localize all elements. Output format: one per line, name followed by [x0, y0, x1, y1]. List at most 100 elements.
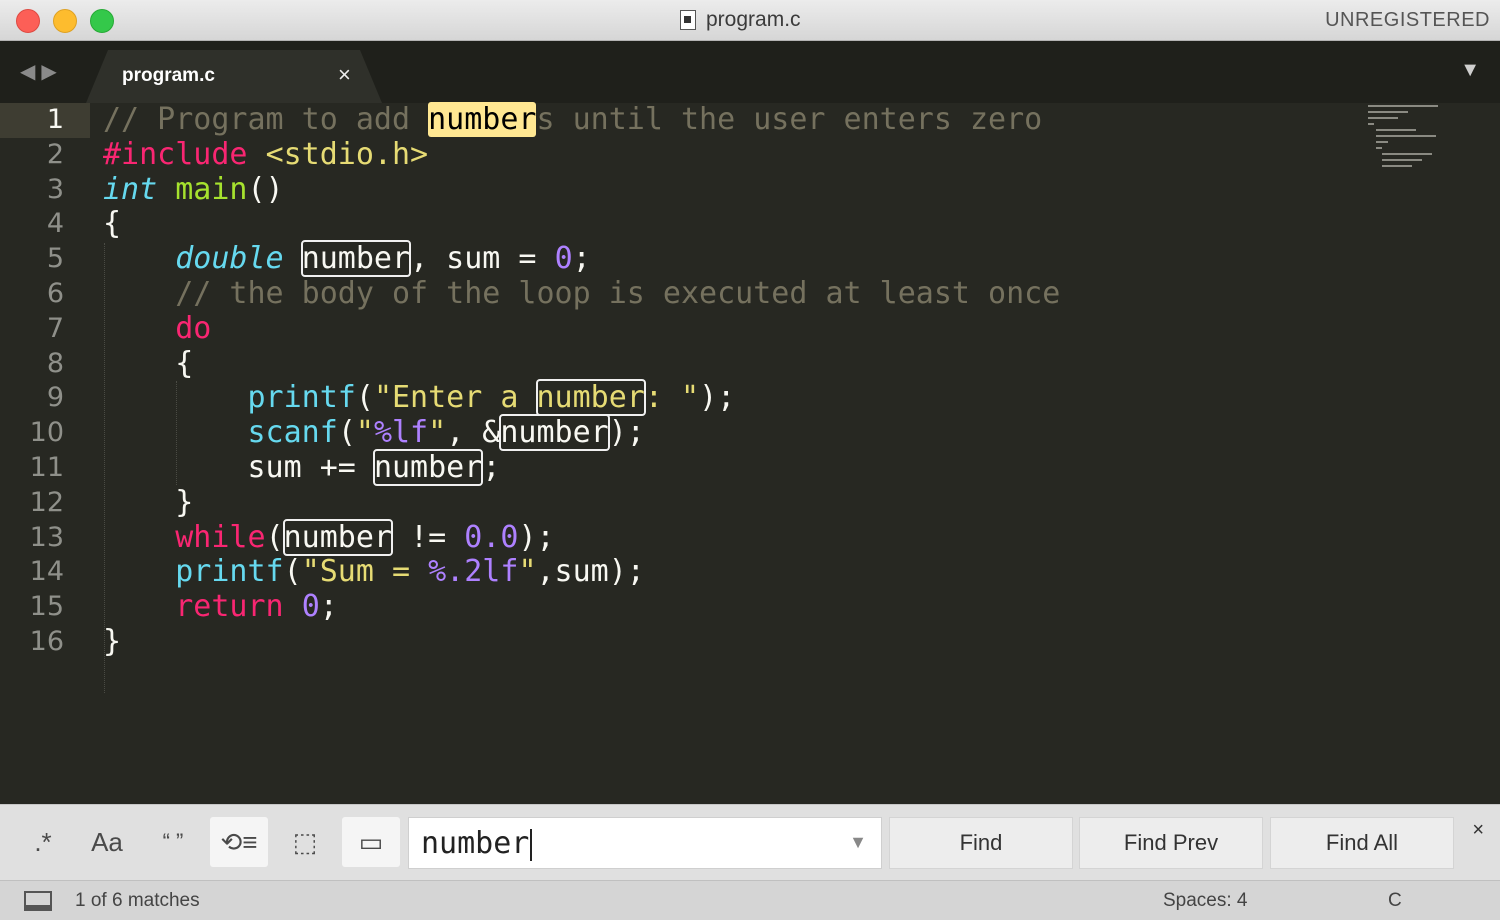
code-line: int main() [103, 171, 1060, 208]
code-token: ); [608, 415, 645, 451]
code-token: // the body of the loop is executed at l… [175, 275, 1061, 311]
status-bar: 1 of 6 matches Spaces: 4 C [0, 880, 1500, 920]
code-token: ; [482, 449, 501, 485]
code-token: " [355, 415, 374, 451]
code-token: , sum = [410, 241, 555, 277]
zoom-window-button[interactable] [90, 9, 114, 33]
minimize-window-button[interactable] [53, 9, 77, 33]
code-token: ; [572, 241, 591, 277]
code-token: " [428, 415, 447, 451]
code-token: : " [644, 380, 700, 416]
find-all-button[interactable]: Find All [1270, 817, 1454, 869]
code-token: %.2lf [428, 554, 519, 590]
find-input[interactable]: number ▼ [408, 817, 882, 869]
find-panel: .* Aa “ ” ⟲≡ ⬚ ▭ number ▼ Find Find Prev… [0, 804, 1500, 881]
code-line: { [103, 345, 1060, 382]
match-count: 1 of 6 matches [75, 890, 200, 911]
minimap[interactable] [1368, 103, 1478, 173]
code-line: printf("Enter a number: "); [103, 379, 1060, 417]
line-number: 15 [29, 591, 64, 623]
search-match: number [499, 414, 610, 452]
window-title-text: program.c [706, 8, 801, 31]
close-window-button[interactable] [16, 9, 40, 33]
line-number: 4 [46, 208, 64, 240]
code-editor[interactable]: 1 2 3 4 5 6 7 8 9 10 11 12 13 14 15 16 // Program to ad… [0, 102, 1500, 803]
document-icon [680, 10, 696, 30]
code-token: 0 [301, 589, 320, 625]
code-token: scanf [247, 415, 338, 451]
highlight-matches-toggle[interactable]: ▭ [342, 817, 400, 867]
code-token: s until the user enters zero [536, 102, 1043, 137]
code-token: ); [699, 380, 736, 416]
code-line: return 0; [103, 589, 1060, 625]
window-title: program.c [680, 8, 801, 32]
line-number: 10 [29, 417, 64, 449]
code-token: ( [265, 519, 284, 555]
line-number: 12 [29, 486, 64, 518]
code-token: <stdio.h> [265, 136, 429, 172]
code-token: sum += [103, 449, 374, 485]
code-line: sum += number; [103, 448, 1060, 486]
code-token: printf [247, 380, 356, 416]
tab-bar: ◀▶ program.c × ▼ [0, 41, 1500, 103]
code-token: "Enter a [373, 380, 537, 416]
code-token: ( [337, 415, 356, 451]
line-number: 13 [29, 521, 64, 553]
line-number: 3 [46, 173, 64, 205]
code-token: printf [175, 554, 284, 590]
tab-program-c[interactable]: program.c × [86, 50, 382, 103]
code-token: ( [283, 554, 302, 590]
find-input-value: number [421, 826, 530, 861]
code-token: ); [518, 519, 555, 555]
tab-menu-dropdown-icon[interactable]: ▼ [1460, 59, 1480, 82]
code-token: { [103, 345, 194, 381]
case-sensitive-toggle[interactable]: Aa [78, 817, 136, 867]
code-token: ( [355, 380, 374, 416]
chevron-left-icon[interactable]: ◀ [20, 61, 41, 83]
code-content[interactable]: // Program to add numbers until the user… [103, 102, 1061, 660]
line-number: 6 [46, 277, 64, 309]
find-prev-button[interactable]: Find Prev [1079, 817, 1263, 869]
code-token: , & [446, 415, 501, 451]
close-find-panel-icon[interactable]: × [1472, 819, 1484, 842]
code-token: double [175, 241, 284, 277]
line-number: 2 [46, 138, 64, 170]
whole-word-toggle[interactable]: “ ” [144, 817, 202, 867]
code-token: 0.0 [464, 519, 519, 555]
syntax-setting[interactable]: C [1388, 890, 1402, 912]
line-number: 16 [29, 625, 64, 657]
tab-nav-arrows[interactable]: ◀▶ [20, 59, 63, 84]
text-caret [530, 828, 533, 861]
code-line: #include <stdio.h> [103, 136, 1060, 173]
code-token: } [103, 623, 122, 659]
wrap-toggle[interactable]: ⟲≡ [210, 817, 268, 867]
code-token: ,sum); [536, 554, 645, 590]
code-token: // Program to add [103, 102, 429, 137]
panel-toggle-icon[interactable] [24, 891, 52, 911]
indentation-setting[interactable]: Spaces: 4 [1163, 890, 1248, 912]
code-token: 0 [554, 241, 573, 277]
find-history-dropdown-icon[interactable]: ▼ [849, 832, 867, 853]
code-token: do [175, 310, 212, 346]
find-button[interactable]: Find [889, 817, 1073, 869]
code-token: int [103, 171, 158, 207]
code-token: () [247, 171, 284, 207]
code-line: } [103, 485, 1060, 521]
chevron-right-icon[interactable]: ▶ [41, 61, 62, 83]
line-number: 1 [0, 103, 90, 138]
in-selection-toggle[interactable]: ⬚ [276, 817, 334, 867]
close-tab-icon[interactable]: × [338, 62, 351, 88]
line-number: 14 [29, 556, 64, 588]
search-match: number [282, 518, 394, 556]
selected-search-match: number [428, 102, 537, 137]
regex-toggle[interactable]: .* [14, 817, 72, 867]
code-token: ; [319, 589, 338, 625]
